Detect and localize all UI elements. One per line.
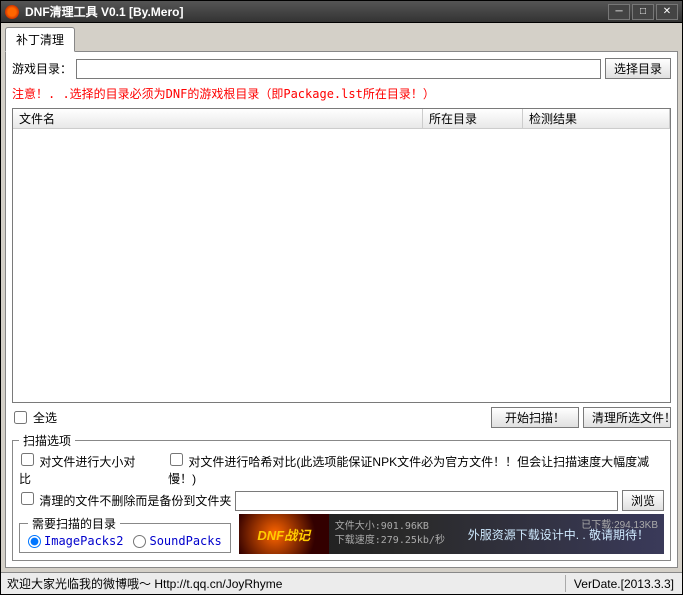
opt-row-1: 对文件进行大小对比 对文件进行哈希对比(此选项能保证NPK文件必为官方文件！！但…: [19, 453, 664, 487]
warning-text: 注意！. .选择的目录必须为DNF的游戏根目录（即Package.lst所在目录…: [12, 83, 671, 104]
main-window: DNF清理工具 V0.1 [By.Mero] ─ □ ✕ 补丁清理 游戏目录： …: [0, 0, 683, 595]
col-dir[interactable]: 所在目录: [423, 109, 523, 128]
tab-strip: 补丁清理: [5, 27, 678, 52]
titlebar[interactable]: DNF清理工具 V0.1 [By.Mero] ─ □ ✕: [1, 1, 682, 23]
backup-input[interactable]: [21, 492, 34, 505]
radio-imagepacks2-label: ImagePacks2: [44, 534, 123, 548]
minimize-button[interactable]: ─: [608, 4, 630, 20]
backup-checkbox[interactable]: 清理的文件不删除而是备份到文件夹: [19, 492, 231, 509]
banner-dlcount: 已下载:294.13KB: [581, 516, 658, 531]
backup-path-input[interactable]: [235, 491, 618, 511]
select-all-label: 全选: [33, 409, 57, 426]
radio-soundpacks[interactable]: SoundPacks: [133, 534, 221, 548]
window-controls: ─ □ ✕: [608, 4, 678, 20]
list-header: 文件名 所在目录 检测结果: [13, 109, 670, 129]
backup-label: 清理的文件不删除而是备份到文件夹: [39, 494, 231, 508]
hash-compare-input[interactable]: [170, 453, 183, 466]
radio-imagepacks2-input[interactable]: [28, 535, 41, 548]
col-filename[interactable]: 文件名: [13, 109, 423, 128]
size-compare-input[interactable]: [21, 453, 34, 466]
browse-backup-button[interactable]: 浏览: [622, 490, 664, 511]
clean-selected-button[interactable]: 清理所选文件！: [583, 407, 671, 428]
scan-target-legend: 需要扫描的目录: [28, 515, 120, 532]
size-compare-label: 对文件进行大小对比: [19, 455, 135, 486]
banner-logo: DNF战记: [239, 514, 329, 554]
col-result[interactable]: 检测结果: [523, 109, 670, 128]
file-listview[interactable]: 文件名 所在目录 检测结果: [12, 108, 671, 403]
client-area: 补丁清理 游戏目录： 选择目录 注意！. .选择的目录必须为DNF的游戏根目录（…: [1, 23, 682, 572]
action-buttons: 开始扫描！ 清理所选文件！: [491, 407, 671, 428]
scan-options-legend: 扫描选项: [19, 432, 75, 449]
close-button[interactable]: ✕: [656, 4, 678, 20]
statusbar: 欢迎大家光临我的微博哦～ Http://t.qq.cn/JoyRhyme Ver…: [1, 572, 682, 594]
list-body[interactable]: [13, 129, 670, 402]
hash-compare-label: 对文件进行哈希对比(此选项能保证NPK文件必为官方文件！！但会让扫描速度大幅度减…: [168, 455, 649, 486]
radio-soundpacks-input[interactable]: [133, 535, 146, 548]
maximize-button[interactable]: □: [632, 4, 654, 20]
opt-row-2: 清理的文件不删除而是备份到文件夹 浏览: [19, 490, 664, 511]
opt-row-3: 需要扫描的目录 ImagePacks2 SoundPacks DNF战记: [19, 514, 664, 554]
gamedir-label: 游戏目录：: [12, 60, 72, 77]
size-compare-checkbox[interactable]: 对文件进行大小对比: [19, 453, 144, 487]
scan-options-group: 扫描选项 对文件进行大小对比 对文件进行哈希对比(此选项能保证NPK文件必为官方…: [12, 432, 671, 561]
gamedir-input[interactable]: [76, 59, 601, 79]
tab-content: 游戏目录： 选择目录 注意！. .选择的目录必须为DNF的游戏根目录（即Pack…: [5, 51, 678, 568]
select-all-input[interactable]: [14, 411, 27, 424]
window-title: DNF清理工具 V0.1 [By.Mero]: [25, 3, 608, 20]
radio-soundpacks-label: SoundPacks: [149, 534, 221, 548]
app-icon: [5, 5, 19, 19]
select-all-checkbox[interactable]: 全选: [12, 407, 57, 428]
scan-target-group: 需要扫描的目录 ImagePacks2 SoundPacks: [19, 515, 231, 553]
radio-imagepacks2[interactable]: ImagePacks2: [28, 534, 123, 548]
status-right: VerDate.[2013.3.3]: [566, 577, 682, 591]
banner-stats: 文件大小:901.96KB 下载速度:279.25kb/秒: [329, 520, 459, 548]
gamedir-row: 游戏目录： 选择目录: [12, 58, 671, 79]
tab-patch-clean[interactable]: 补丁清理: [5, 27, 75, 52]
action-row: 全选 开始扫描！ 清理所选文件！: [12, 407, 671, 428]
start-scan-button[interactable]: 开始扫描！: [491, 407, 579, 428]
browse-gamedir-button[interactable]: 选择目录: [605, 58, 671, 79]
hash-compare-checkbox[interactable]: 对文件进行哈希对比(此选项能保证NPK文件必为官方文件！！但会让扫描速度大幅度减…: [168, 453, 664, 487]
status-left: 欢迎大家光临我的微博哦～ Http://t.qq.cn/JoyRhyme: [1, 575, 566, 592]
promo-banner[interactable]: DNF战记 文件大小:901.96KB 下载速度:279.25kb/秒 已下载:…: [239, 514, 664, 554]
